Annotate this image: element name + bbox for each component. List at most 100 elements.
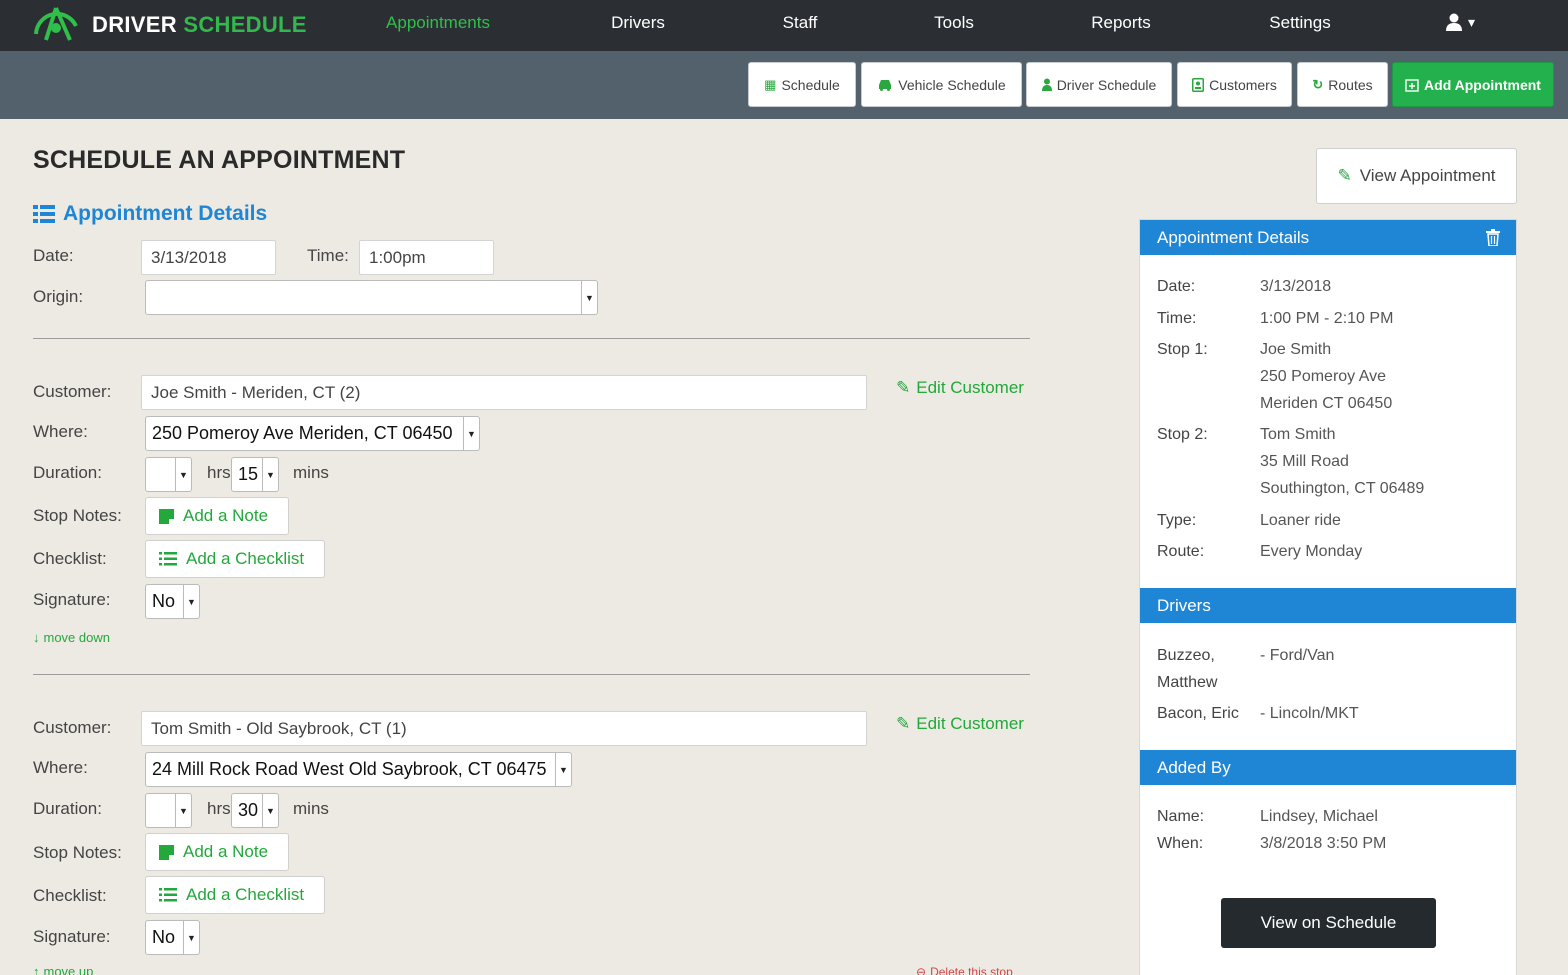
origin-select[interactable]: ▼ (145, 280, 598, 315)
detail-stop1-key: Stop 1: (1157, 341, 1208, 358)
added-by-header-text: Added By (1157, 757, 1231, 777)
view-appointment-button[interactable]: ✎ View Appointment (1316, 148, 1517, 204)
add-note-button[interactable]: Add a Note (145, 833, 289, 871)
page-title: SCHEDULE AN APPOINTMENT (33, 146, 406, 174)
customer-label: Customer: (33, 718, 112, 737)
driver-name-line: Buzzeo, (1157, 647, 1215, 664)
minutes-select[interactable]: 15 ▼ (231, 457, 279, 492)
appointment-summary-panel: Appointment Details Date: 3/13/2018 Time… (1139, 219, 1517, 975)
driver-schedule-button[interactable]: Driver Schedule (1026, 62, 1172, 107)
minutes-value: 15 (238, 464, 259, 484)
details-header: Appointment Details (1140, 220, 1516, 255)
nav-tools[interactable]: Tools (934, 13, 974, 33)
origin-label: Origin: (33, 287, 84, 306)
chevron-down-icon: ▼ (175, 458, 191, 491)
add-checklist-label: Add a Checklist (186, 549, 305, 568)
nav-settings[interactable]: Settings (1269, 13, 1330, 33)
customers-label: Customers (1209, 76, 1277, 93)
schedule-button[interactable]: ▦ Schedule (748, 62, 856, 107)
pencil-icon: ✎ (896, 378, 911, 397)
add-checklist-button[interactable]: Add a Checklist (145, 540, 325, 578)
customer-input[interactable]: Tom Smith - Old Saybrook, CT (1) (141, 711, 867, 746)
driver-vehicle: - Ford/Van (1260, 647, 1335, 664)
brand-logo[interactable]: DRIVER SCHEDULE (30, 2, 307, 48)
minus-circle-icon: ⊖ (916, 965, 927, 975)
driver-vehicle: - Lincoln/MKT (1260, 705, 1359, 722)
nav-appointments[interactable]: Appointments (386, 13, 490, 33)
car-icon (879, 79, 892, 91)
date-input[interactable]: 3/13/2018 (141, 240, 276, 275)
divider (33, 674, 1030, 675)
detail-time-key: Time: (1157, 310, 1197, 327)
move-up-link[interactable]: ↑ move up (33, 964, 93, 975)
drivers-header: Drivers (1140, 588, 1516, 623)
routes-button[interactable]: ↻ Routes (1297, 62, 1388, 107)
minutes-select[interactable]: 30 ▼ (231, 793, 279, 828)
add-note-button[interactable]: Add a Note (145, 497, 289, 535)
chevron-down-icon: ▼ (262, 458, 278, 491)
signature-select[interactable]: No ▼ (145, 584, 200, 619)
customer-input[interactable]: Joe Smith - Meriden, CT (2) (141, 375, 867, 410)
vehicle-schedule-button[interactable]: Vehicle Schedule (861, 62, 1022, 107)
chevron-down-icon: ▼ (581, 281, 597, 314)
move-down-link[interactable]: ↓ move down (33, 630, 110, 645)
note-icon (159, 508, 174, 524)
pencil-icon: ✎ (896, 714, 911, 733)
time-label: Time: (307, 246, 349, 265)
brand-name: DRIVER SCHEDULE (92, 12, 307, 37)
vehicle-schedule-label: Vehicle Schedule (898, 76, 1006, 93)
edit-customer-link[interactable]: ✎ Edit Customer (896, 714, 1024, 734)
nav-reports[interactable]: Reports (1091, 13, 1151, 33)
pencil-icon: ✎ (1337, 166, 1352, 185)
signature-value: No (152, 591, 176, 611)
trash-icon[interactable] (1486, 229, 1500, 246)
duration-label: Duration: (33, 799, 102, 818)
where-select[interactable]: 250 Pomeroy Ave Meriden, CT 06450 ▼ (145, 416, 480, 451)
add-checklist-label: Add a Checklist (186, 885, 305, 904)
edit-customer-label: Edit Customer (916, 378, 1024, 397)
stop1-street: 250 Pomeroy Ave (1260, 368, 1387, 385)
delete-stop-label: Delete this stop (930, 965, 1013, 975)
drivers-header-text: Drivers (1157, 595, 1211, 615)
move-down-label: move down (43, 630, 110, 645)
hours-select[interactable]: ▼ (145, 793, 192, 828)
customers-button[interactable]: Customers (1177, 62, 1292, 107)
view-on-schedule-button[interactable]: View on Schedule (1221, 898, 1436, 948)
view-appointment-label: View Appointment (1359, 166, 1496, 185)
mins-label: mins (293, 799, 329, 818)
user-icon (1446, 13, 1462, 31)
routes-label: Routes (1328, 76, 1373, 93)
hours-select[interactable]: ▼ (145, 457, 192, 492)
steering-wheel-logo-icon (34, 7, 78, 41)
checklist-label: Checklist: (33, 886, 107, 905)
nav-drivers[interactable]: Drivers (611, 13, 665, 33)
signature-select[interactable]: No ▼ (145, 920, 200, 955)
delete-stop-link[interactable]: ⊖ Delete this stop (916, 965, 1013, 975)
schedule-button-label: Schedule (781, 76, 840, 93)
add-appointment-button[interactable]: Add Appointment (1392, 62, 1554, 107)
detail-stop2-key: Stop 2: (1157, 426, 1208, 443)
chevron-down-icon: ▼ (183, 921, 199, 954)
nav-staff[interactable]: Staff (783, 13, 818, 33)
added-name-key: Name: (1157, 808, 1205, 825)
where-label: Where: (33, 758, 88, 777)
detail-date-value: 3/13/2018 (1260, 278, 1332, 295)
edit-customer-link[interactable]: ✎ Edit Customer (896, 378, 1024, 398)
list-icon (159, 552, 177, 566)
stop-notes-label: Stop Notes: (33, 506, 122, 525)
user-menu[interactable]: ▾ (1446, 13, 1475, 31)
chevron-down-icon: ▼ (262, 794, 278, 827)
driver-name: Buzzeo, Matthew (1157, 642, 1217, 696)
time-input[interactable]: 1:00pm (359, 240, 494, 275)
detail-type-value: Loaner ride (1260, 512, 1341, 529)
where-select[interactable]: 24 Mill Rock Road West Old Saybrook, CT … (145, 752, 572, 787)
stop2-city: Southington, CT 06489 (1260, 480, 1425, 497)
add-checklist-button[interactable]: Add a Checklist (145, 876, 325, 914)
where-label: Where: (33, 422, 88, 441)
added-when-value: 3/8/2018 3:50 PM (1260, 835, 1387, 852)
toolbar: ▦ Schedule Vehicle Schedule Driver Schedu… (0, 51, 1568, 119)
where-select-value: 24 Mill Rock Road West Old Saybrook, CT … (152, 759, 547, 779)
hrs-label: hrs (207, 799, 231, 818)
chevron-down-icon: ▼ (183, 585, 199, 618)
minutes-value: 30 (238, 800, 259, 820)
